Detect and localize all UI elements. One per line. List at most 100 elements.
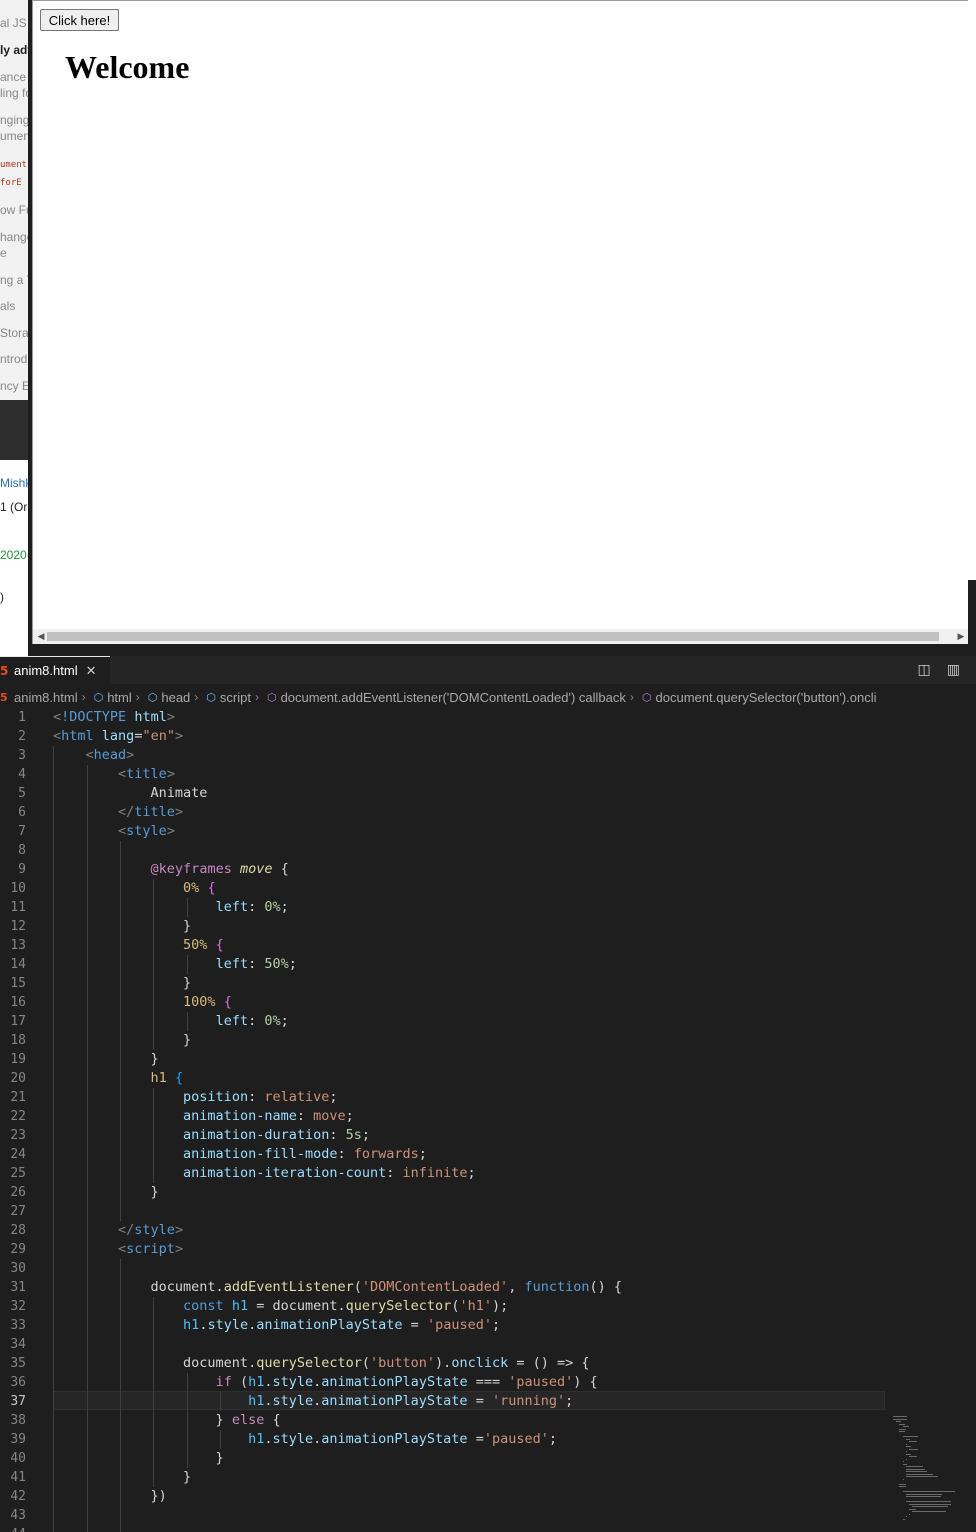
background-page-text: ) xyxy=(0,590,4,604)
breadcrumb: 5 anim8.html › ⬡ html › ⬡ head › ⬡ scrip… xyxy=(0,686,976,708)
background-page-text: 2020- xyxy=(0,548,28,562)
code-line[interactable]: } xyxy=(53,1183,159,1202)
code-line[interactable]: animation-duration: 5s; xyxy=(53,1126,370,1145)
code-line[interactable]: animation-fill-mode: forwards; xyxy=(53,1145,427,1164)
code-line[interactable]: }) xyxy=(53,1487,167,1506)
scrollbar-thumb[interactable] xyxy=(47,632,939,641)
line-number: 35 xyxy=(10,1356,26,1371)
welcome-heading: Welcome xyxy=(65,49,190,85)
background-page-sidebar xyxy=(0,0,28,400)
breadcrumb-item-file[interactable]: anim8.html xyxy=(14,690,78,705)
code-line[interactable]: @keyframes move { xyxy=(53,860,289,879)
minimap-line xyxy=(906,1471,927,1472)
horizontal-scrollbar[interactable]: ◀ ▶ xyxy=(33,629,968,644)
code-line[interactable]: left: 0%; xyxy=(53,898,289,917)
background-page-text: hange xyxy=(0,230,28,244)
minimap-line xyxy=(906,1458,907,1460)
minimap-line xyxy=(899,1483,906,1485)
breadcrumb-item-head[interactable]: head xyxy=(161,690,190,705)
split-editor-icon[interactable]: ▥ xyxy=(947,662,960,678)
line-number: 5 xyxy=(18,786,26,801)
code-line[interactable]: } xyxy=(53,917,191,936)
background-page-text: nging xyxy=(0,113,28,127)
code-line[interactable]: <style> xyxy=(53,822,175,841)
breadcrumb-item-html[interactable]: html xyxy=(107,690,132,705)
code-line[interactable]: document.querySelector('button').onclick… xyxy=(53,1354,589,1373)
code-line[interactable]: document.addEventListener('DOMContentLoa… xyxy=(53,1278,622,1297)
breadcrumb-item-callback[interactable]: document.addEventListener('DOMContentLoa… xyxy=(281,690,626,705)
code-line[interactable]: } xyxy=(53,1031,191,1050)
minimap-line xyxy=(893,1418,907,1420)
code-line[interactable]: <head> xyxy=(53,746,135,765)
code-line[interactable]: Animate xyxy=(53,784,208,803)
code-line[interactable]: h1.style.animationPlayState = 'paused'; xyxy=(53,1316,500,1335)
minimap-line xyxy=(909,1513,910,1515)
code-line[interactable]: animation-name: move; xyxy=(53,1107,354,1126)
code-line[interactable]: animation-iteration-count: infinite; xyxy=(53,1164,476,1183)
line-number: 33 xyxy=(10,1318,26,1333)
line-number: 43 xyxy=(10,1508,26,1523)
background-page-text: ument xyxy=(0,129,28,143)
code-line[interactable]: </title> xyxy=(53,803,183,822)
code-line[interactable]: position: relative; xyxy=(53,1088,337,1107)
code-line[interactable]: 50% { xyxy=(53,936,224,955)
background-page-text: 1 (Org xyxy=(0,500,28,514)
line-number: 41 xyxy=(10,1470,26,1485)
code-line[interactable]: const h1 = document.querySelector('h1'); xyxy=(53,1297,508,1316)
code-line[interactable]: } xyxy=(53,1050,159,1069)
minimap-line xyxy=(899,1431,905,1432)
scroll-left-arrow-icon[interactable]: ◀ xyxy=(36,631,46,641)
open-preview-icon[interactable]: ◫ xyxy=(918,662,931,678)
breadcrumb-item-onclick[interactable]: document.querySelector('button').oncli xyxy=(656,690,877,705)
background-page-strip: al JS ly adv ance ling fo nging ument ument fo… xyxy=(0,0,28,660)
tab-label: anim8.html xyxy=(14,663,78,678)
line-number: 12 xyxy=(10,919,26,934)
code-editor[interactable]: 1 2 3 4 5 6 7 8 9 10 11 12 13 14 15 16 17 18 19 20 21 22 23 24 2… xyxy=(0,708,976,1532)
element-icon: ⬡ xyxy=(93,690,104,704)
code-line[interactable]: <title> xyxy=(53,765,175,784)
code-line[interactable]: <html lang="en"> xyxy=(53,727,183,746)
background-page-text: ling fo xyxy=(0,86,28,100)
chevron-right-icon: › xyxy=(194,690,199,704)
code-line[interactable]: h1 { xyxy=(53,1069,184,1088)
line-number: 29 xyxy=(10,1242,26,1257)
window-edge xyxy=(968,0,976,580)
line-number: 2 xyxy=(18,729,26,744)
minimap-line xyxy=(903,1478,904,1480)
minimap-line xyxy=(906,1451,907,1452)
code-line[interactable]: <script> xyxy=(53,1240,183,1259)
code-line[interactable]: 0% { xyxy=(53,879,216,898)
line-number: 32 xyxy=(10,1299,26,1314)
background-page-text: ance xyxy=(0,70,27,84)
code-line[interactable]: </style> xyxy=(53,1221,183,1240)
code-line[interactable]: h1.style.animationPlayState = 'running'; xyxy=(53,1392,573,1411)
code-line[interactable]: left: 0%; xyxy=(53,1012,289,1031)
code-line[interactable]: if (h1.style.animationPlayState === 'pau… xyxy=(53,1373,598,1392)
breadcrumb-item-script[interactable]: script xyxy=(220,690,251,705)
line-number: 10 xyxy=(10,881,26,896)
minimap-line xyxy=(903,1518,905,1520)
tab-anim8-html[interactable]: 5 anim8.html ✕ xyxy=(0,656,110,684)
code-line[interactable]: 100% { xyxy=(53,993,232,1012)
chevron-right-icon: › xyxy=(629,690,634,704)
minimap-line xyxy=(906,1496,941,1497)
minimap[interactable] xyxy=(893,1416,976,1526)
line-number: 6 xyxy=(18,805,26,820)
browser-window: Click here! Welcome ◀ ▶ xyxy=(32,0,968,644)
code-line[interactable]: <!DOCTYPE html> xyxy=(53,708,175,727)
code-line[interactable]: h1.style.animationPlayState ='paused'; xyxy=(53,1430,557,1449)
minimap-line xyxy=(906,1468,925,1470)
click-here-button[interactable]: Click here! xyxy=(40,9,119,31)
scroll-right-arrow-icon[interactable]: ▶ xyxy=(956,631,966,641)
code-line[interactable]: } else { xyxy=(53,1411,281,1430)
line-number: 16 xyxy=(10,995,26,1010)
line-number: 19 xyxy=(10,1052,26,1067)
html5-icon: 5 xyxy=(0,663,9,678)
close-icon[interactable]: ✕ xyxy=(86,663,97,679)
code-line[interactable]: } xyxy=(53,974,191,993)
background-page-text: ow Fu xyxy=(0,203,28,217)
minimap-line xyxy=(899,1428,906,1430)
code-line[interactable]: } xyxy=(53,1468,191,1487)
code-line[interactable]: } xyxy=(53,1449,224,1468)
code-line[interactable]: left: 50%; xyxy=(53,955,297,974)
